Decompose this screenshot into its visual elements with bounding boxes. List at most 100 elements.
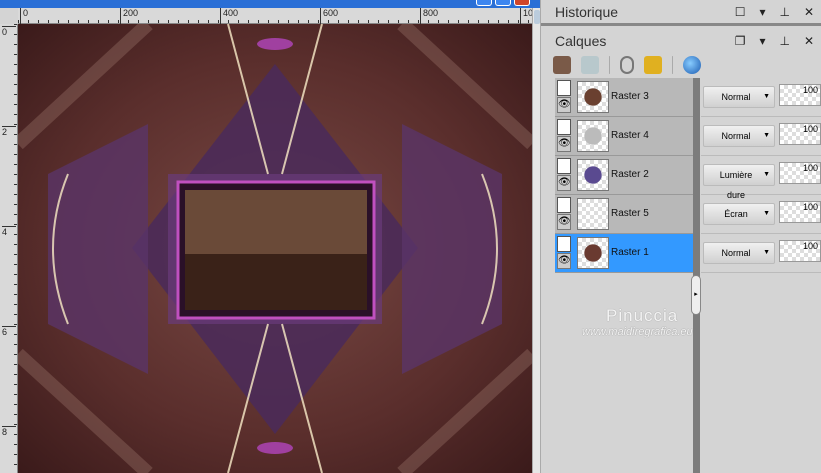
watermark-name: Pinuccia: [606, 306, 679, 325]
window-titlebar: [0, 0, 540, 8]
blend-mode-value: Normal: [721, 248, 751, 258]
blend-mode-dropdown[interactable]: Normal ▼: [703, 125, 775, 147]
blend-mode-value: Normal: [721, 92, 751, 102]
blend-mode-dropdown[interactable]: Écran ▼: [703, 203, 775, 225]
layer-properties: Écran ▼ 100: [701, 195, 821, 234]
ruler-label: 800: [420, 8, 438, 24]
layer-name: Raster 5: [611, 208, 649, 219]
layer-visibility: 👁: [557, 197, 572, 231]
new-layer-icon[interactable]: [553, 56, 571, 74]
layer-visibility: 👁: [557, 158, 572, 192]
pin-icon[interactable]: ⊥: [779, 5, 789, 19]
artwork: [18, 24, 532, 473]
layer-page-icon[interactable]: [557, 236, 571, 252]
layer-row[interactable]: 👁 Raster 1: [555, 234, 693, 273]
fx-icon[interactable]: [581, 56, 599, 74]
layer-name: Raster 2: [611, 169, 649, 180]
opacity-field[interactable]: 100: [779, 201, 821, 223]
layer-properties: Normal ▼ 100: [701, 78, 821, 117]
lock-icon[interactable]: [644, 56, 662, 74]
eye-icon[interactable]: 👁: [557, 214, 571, 230]
ruler-label: 4: [2, 226, 16, 237]
horizontal-ruler: 0 200 400 600 800 100: [18, 8, 538, 24]
chevron-down-icon: ▼: [763, 132, 770, 139]
layer-name: Raster 3: [611, 91, 649, 102]
opacity-value: 100: [802, 85, 818, 95]
history-panel-header: Historique ☐ ▾ ⊥ ✕: [541, 0, 821, 26]
eye-icon[interactable]: 👁: [557, 253, 571, 269]
layer-thumbnail: [577, 198, 609, 230]
maximize-icon[interactable]: ☐: [735, 5, 746, 19]
blend-mode-dropdown[interactable]: Lumière dure ▼: [703, 164, 775, 200]
layer-name: Raster 4: [611, 130, 649, 141]
blend-mode-value: Écran: [724, 209, 748, 219]
watermark-url: www.maidiregrafica.eu: [582, 326, 693, 338]
link-icon[interactable]: [620, 56, 634, 74]
layer-thumbnail: [577, 81, 609, 113]
layers-title: Calques: [555, 33, 607, 49]
vertical-ruler: 0 2 4 6 8: [0, 24, 18, 473]
history-title: Historique: [555, 3, 619, 20]
blend-mode-dropdown[interactable]: Normal ▼: [703, 86, 775, 108]
dropdown-icon[interactable]: ▾: [759, 5, 765, 19]
layer-page-icon[interactable]: [557, 197, 571, 213]
canvas-scrollbar[interactable]: [532, 8, 540, 473]
right-panel: Historique ☐ ▾ ⊥ ✕ Calques ❐ ▾ ⊥ ✕ 👁 Raster 3 👁…: [540, 0, 821, 473]
layer-thumbnail: [577, 237, 609, 269]
separator: [609, 56, 610, 74]
opacity-field[interactable]: 100: [779, 240, 821, 262]
chevron-down-icon: ▼: [763, 171, 770, 178]
close-icon[interactable]: ✕: [804, 34, 814, 48]
layer-row[interactable]: 👁 Raster 5: [555, 195, 693, 234]
ruler-label: 600: [320, 8, 338, 24]
chevron-down-icon: ▼: [763, 210, 770, 217]
close-button[interactable]: [514, 0, 530, 6]
ruler-label: 2: [2, 126, 16, 137]
opacity-field[interactable]: 100: [779, 84, 821, 106]
maximize-button[interactable]: [495, 0, 511, 6]
eye-icon[interactable]: 👁: [557, 175, 571, 191]
mask-icon[interactable]: [683, 56, 701, 74]
layer-row[interactable]: 👁 Raster 3: [555, 78, 693, 117]
layers-panel-header: Calques ❐ ▾ ⊥ ✕: [541, 28, 821, 54]
opacity-field[interactable]: 100: [779, 162, 821, 184]
separator: [672, 56, 673, 74]
blend-mode-dropdown[interactable]: Normal ▼: [703, 242, 775, 264]
layer-properties: Normal ▼ 100: [701, 234, 821, 273]
layer-visibility: 👁: [557, 119, 572, 153]
layer-row[interactable]: 👁 Raster 4: [555, 117, 693, 156]
opacity-field[interactable]: 100: [779, 123, 821, 145]
layer-thumbnail: [577, 159, 609, 191]
blend-mode-value: Normal: [721, 131, 751, 141]
splitter-grip[interactable]: ▸: [691, 275, 701, 315]
opacity-value: 100: [802, 241, 818, 251]
opacity-value: 100: [802, 202, 818, 212]
image-canvas[interactable]: [18, 24, 532, 473]
chevron-down-icon: ▼: [763, 249, 770, 256]
layer-name: Raster 1: [611, 247, 649, 258]
dropdown-icon[interactable]: ▾: [759, 34, 765, 48]
layer-page-icon[interactable]: [557, 158, 571, 174]
layer-list: 👁 Raster 3 👁 Raster 4 👁 Raster 2 👁 Raster 5…: [555, 78, 693, 273]
layer-visibility: 👁: [557, 236, 572, 270]
layer-row[interactable]: 👁 Raster 2: [555, 156, 693, 195]
ruler-label: 8: [2, 426, 16, 437]
ruler-label: 0: [2, 26, 16, 37]
layer-visibility: 👁: [557, 80, 572, 114]
layer-page-icon[interactable]: [557, 119, 571, 135]
pin-icon[interactable]: ⊥: [779, 34, 789, 48]
layer-thumbnail: [577, 120, 609, 152]
eye-icon[interactable]: 👁: [557, 136, 571, 152]
close-icon[interactable]: ✕: [804, 5, 814, 19]
opacity-value: 100: [802, 124, 818, 134]
restore-icon[interactable]: ❐: [735, 34, 746, 48]
eye-icon[interactable]: 👁: [557, 97, 571, 113]
layer-properties: Lumière dure ▼ 100: [701, 156, 821, 200]
opacity-value: 100: [802, 163, 818, 173]
ruler-label: 200: [120, 8, 138, 24]
layer-page-icon[interactable]: [557, 80, 571, 96]
chevron-down-icon: ▼: [763, 93, 770, 100]
ruler-label: 0: [20, 8, 28, 24]
layers-toolbar: [553, 54, 701, 76]
minimize-button[interactable]: [476, 0, 492, 6]
